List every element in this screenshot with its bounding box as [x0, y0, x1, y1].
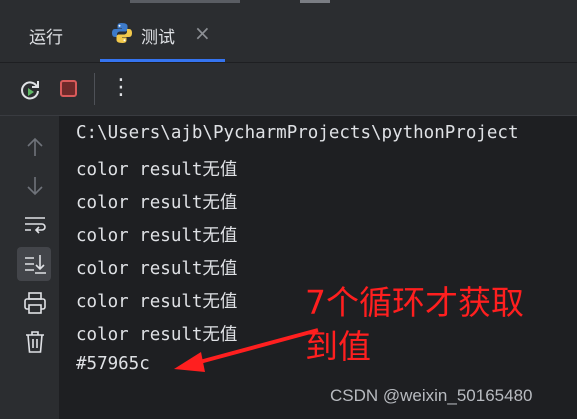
watermark: CSDN @weixin_50165480 — [330, 386, 533, 405]
annotation-text: 7个循环才获取到值 — [305, 283, 524, 366]
